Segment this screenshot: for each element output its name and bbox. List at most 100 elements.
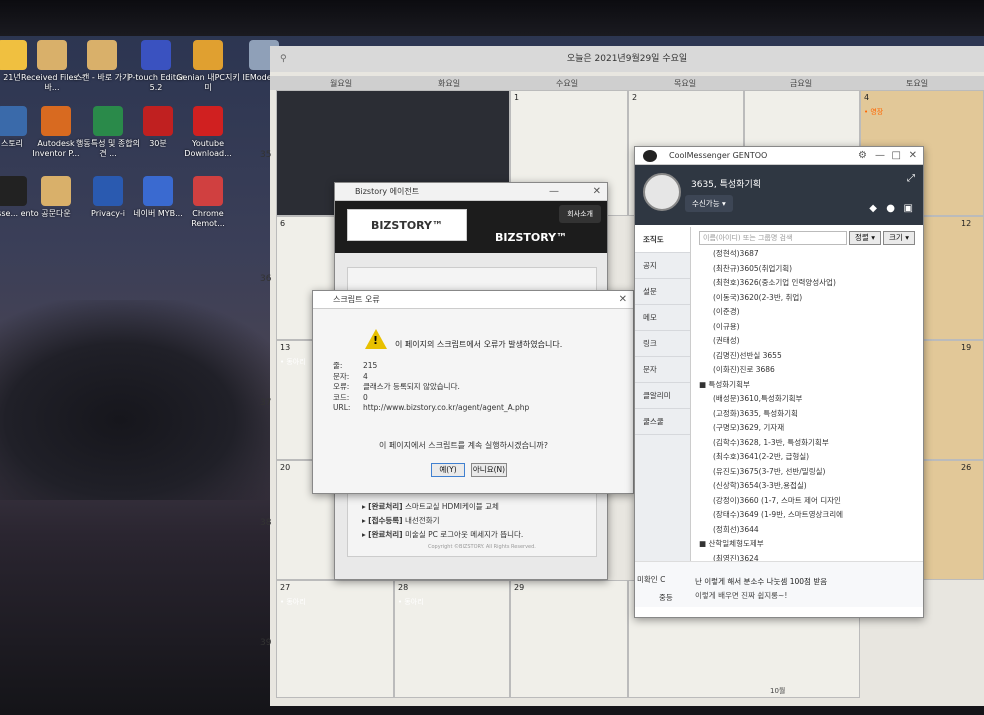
search-icon[interactable]: ⚲ xyxy=(280,46,287,72)
script-error-dialog: 스크립트 오류 ✕ 이 페이지의 스크립트에서 오류가 발생하였습니다. 줄: 21… xyxy=(312,290,634,494)
contact-item[interactable]: (고정화)3635, 특성화기획 xyxy=(699,407,909,422)
minimize-icon[interactable]: — xyxy=(549,183,559,201)
contact-label: (최찬규)3605(취업기획) xyxy=(713,263,793,273)
notice-text[interactable]: 난 이렇게 해서 분소수 나눗셈 100점 받음 xyxy=(695,576,827,587)
contact-label: (강정이)3660 (1-7, 스마트 제어 디자인 xyxy=(713,495,841,505)
app-icon xyxy=(143,106,173,136)
day-thu: 목요일 xyxy=(674,79,697,88)
app-icon xyxy=(193,176,223,206)
contact-item[interactable]: (이화진)진로 3686 xyxy=(699,363,909,378)
calendar-title: 오늘은 2021년9월29일 수요일 xyxy=(566,54,688,64)
contact-item[interactable]: (구명모)3629, 기자재 xyxy=(699,421,909,436)
sidebar-item-memo[interactable]: 메모 xyxy=(635,305,690,331)
contact-label: ■ 특성화기획부 xyxy=(699,379,750,389)
contact-item[interactable]: (이규용) xyxy=(699,320,909,335)
sidebar-item-survey[interactable]: 설문 xyxy=(635,279,690,305)
field-value: 4 xyxy=(363,371,368,381)
contact-item[interactable]: (최찬규)3605(취업기획) xyxy=(699,262,909,277)
event-label: • 영장 xyxy=(864,108,884,116)
contact-label: (정희선)3644 xyxy=(713,524,759,534)
contact-item[interactable]: (이준경) xyxy=(699,305,909,320)
dialog-body: 이 페이지의 스크립트에서 오류가 발생하였습니다. 줄: 215 문자: 4 오류… xyxy=(313,309,633,489)
next-month-label[interactable]: 10월 xyxy=(770,686,785,696)
calendar-cell-today[interactable]: 29 xyxy=(510,580,628,698)
unread-tab[interactable]: 미확인 C xyxy=(637,574,665,585)
maximize-icon[interactable]: □ xyxy=(892,147,901,165)
contact-item[interactable]: (정현석)3687 xyxy=(699,247,909,262)
contact-label: (김학수)3628, 1-3반, 특성화기획부 xyxy=(713,437,829,447)
app-icon xyxy=(143,176,173,206)
sidebar-item-org[interactable]: 조직도 xyxy=(635,227,690,253)
group-header[interactable]: ■ 특성화기획부 xyxy=(699,378,909,393)
sidebar-item-link[interactable]: 링크 xyxy=(635,331,690,357)
search-input[interactable]: 이름(아이디) 또는 그룹명 검색 xyxy=(699,231,847,245)
contact-item[interactable]: (김명진)선반실 3655 xyxy=(699,349,909,364)
list-item[interactable]: ▸ [접수등록] 내선전화기 xyxy=(362,514,523,528)
desktop-icon[interactable]: Youtube Download... xyxy=(176,106,240,159)
messenger-footer: 미확인 C 중등 난 이렇게 해서 분소수 나눗셈 100점 받음 이렇게 배우… xyxy=(635,561,923,607)
field-key: URL: xyxy=(333,403,351,412)
item-tag: [완료처리] xyxy=(368,530,403,539)
icon-label: Youtube Download... xyxy=(184,139,232,158)
sidebar-item-school[interactable]: 쿨스쿨 xyxy=(635,409,690,435)
date-number: 13 xyxy=(280,343,291,352)
contact-item[interactable]: (이동국)3620(2-3반, 취업) xyxy=(699,291,909,306)
yes-button[interactable]: 예(Y) xyxy=(431,463,465,477)
item-tag: [접수등록] xyxy=(368,516,403,525)
chat-icon[interactable]: ● xyxy=(886,203,895,214)
minimize-icon[interactable]: — xyxy=(875,147,885,165)
contact-label: (이동국)3620(2-3반, 취업) xyxy=(713,292,803,302)
box-icon[interactable]: ◆ xyxy=(869,203,877,214)
window-title: Bizstory 에이전트 xyxy=(355,187,420,196)
contact-item[interactable]: (강정이)3660 (1-7, 스마트 제어 디자인 xyxy=(699,494,909,509)
group-header[interactable]: ■ 산학일체형도제부 xyxy=(699,537,909,552)
day-mon: 월요일 xyxy=(330,79,353,88)
list-item[interactable]: ▸ [완료처리] 미술실 PC 로그아웃 메세지가 뜹니다. xyxy=(362,528,523,542)
sort-button[interactable]: 정렬 ▾ xyxy=(849,231,881,245)
sidebar-item-alarm[interactable]: 클알리미 xyxy=(635,383,690,409)
week-number: 36 xyxy=(260,274,272,284)
date-number: 2 xyxy=(632,93,638,102)
messenger-titlebar: CoolMessenger GENTOO ✕ □ — ⚙ xyxy=(635,147,923,165)
contact-item[interactable]: (최수호)3641(2-2반, 급형실) xyxy=(699,450,909,465)
sidebar-item-notice[interactable]: 공지 xyxy=(635,253,690,279)
app-icon xyxy=(93,106,123,136)
contact-label: (권태성) xyxy=(713,336,740,345)
date-number: 27 xyxy=(280,583,291,592)
avatar[interactable] xyxy=(643,173,681,211)
size-button[interactable]: 크기 ▾ xyxy=(883,231,915,245)
contact-item[interactable]: (최현호)3626(중소기업 인력양성사업) xyxy=(699,276,909,291)
desktop-icon[interactable]: Chrome Remot... xyxy=(176,176,240,229)
no-button[interactable]: 아니요(N) xyxy=(471,463,507,477)
contact-item[interactable]: (신상학)3654(3-3반,용접실) xyxy=(699,479,909,494)
contact-item[interactable]: (장태수)3649 (1-9반, 스마트영상크리에 xyxy=(699,508,909,523)
item-text: 미술실 PC 로그아웃 메세지가 뜹니다. xyxy=(405,530,524,539)
contact-label: (이규용) xyxy=(713,321,740,331)
app-icon xyxy=(0,106,27,136)
contact-item[interactable]: (배성문)3610,특성화기획부 xyxy=(699,392,909,407)
contact-label: (김명진)선반실 3655 xyxy=(713,350,782,360)
calendar-cell[interactable]: 28 • 동아리 xyxy=(394,580,510,698)
contact-label: (정현석)3687 xyxy=(713,249,759,258)
sidebar-item-sms[interactable]: 문자 xyxy=(635,357,690,383)
app-icon xyxy=(193,106,223,136)
contact-item[interactable]: (정희선)3644 xyxy=(699,523,909,538)
company-info-tab[interactable]: 회사소개 xyxy=(559,205,601,223)
close-icon[interactable]: ✕ xyxy=(619,291,627,309)
close-icon[interactable]: ✕ xyxy=(593,183,601,201)
status-dropdown[interactable]: 수신가능 ▾ xyxy=(685,195,733,212)
close-icon[interactable]: ✕ xyxy=(909,147,917,165)
contact-item[interactable]: (김학수)3628, 1-3반, 특성화기획부 xyxy=(699,436,909,451)
date-number: 26 xyxy=(961,463,972,472)
grade-tab[interactable]: 중등 xyxy=(659,592,673,603)
save-icon[interactable]: ▣ xyxy=(904,203,913,214)
expand-icon[interactable]: ⤢ xyxy=(907,173,915,184)
settings-icon[interactable]: ⚙ xyxy=(858,147,867,165)
desktop-icon[interactable]: Genian 내PC지키미 xyxy=(176,40,240,93)
contact-item[interactable]: (권태성) xyxy=(699,334,909,349)
bizstory-titlebar: Bizstory 에이전트 ✕ — xyxy=(335,183,607,201)
calendar-cell[interactable]: 27 • 동아리 xyxy=(276,580,394,698)
item-text: 스마트교실 HDMI케이블 교체 xyxy=(405,502,499,511)
contact-item[interactable]: (유진도)3675(3-7반, 선반/밀링실) xyxy=(699,465,909,480)
list-item[interactable]: ▸ [완료처리] 스마트교실 HDMI케이블 교체 xyxy=(362,500,523,514)
